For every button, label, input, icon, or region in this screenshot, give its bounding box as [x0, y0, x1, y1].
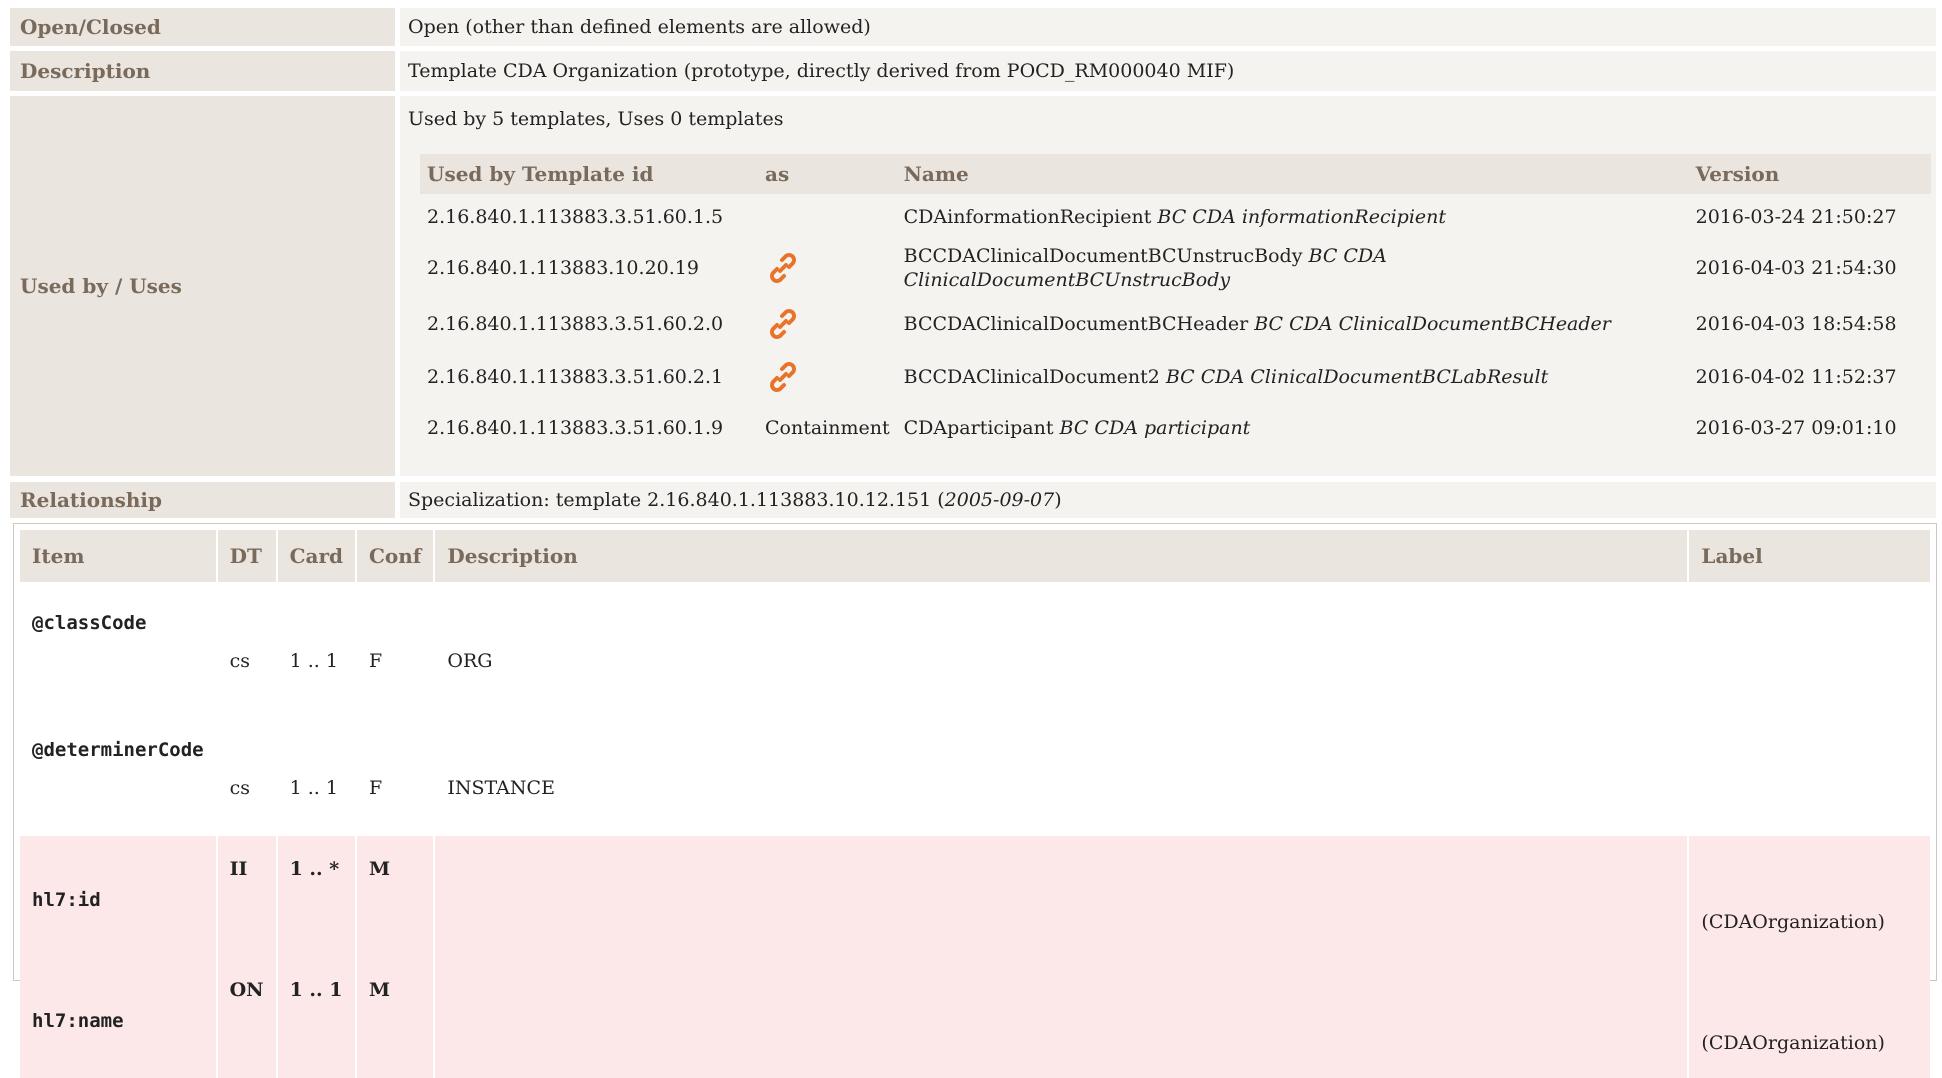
table-row: 2.16.840.1.113883.3.51.60.2.1 BCCDAClini… [420, 350, 1931, 403]
property-description: Description Template CDA Organization (p… [10, 51, 1936, 91]
item-conformance: F [357, 709, 436, 836]
item-datatype: cs [217, 709, 278, 836]
template-name[interactable]: BCCDAClinicalDocument2 BC CDA ClinicalDo… [897, 350, 1689, 403]
item-conformance: M [357, 836, 436, 957]
template-name[interactable]: CDAparticipant BC CDA participant [897, 403, 1689, 453]
template-name-text[interactable]: BCCDAClinicalDocumentBCUnstrucBody [904, 245, 1303, 267]
item-conformance: M [357, 957, 436, 1078]
relation-as [758, 297, 897, 350]
item-description [435, 957, 1690, 1078]
item-datatype: II [217, 836, 278, 957]
item-cardinality: 1 .. 1 [277, 957, 357, 1078]
item-description: INSTANCE [435, 709, 1690, 836]
item-description: ORG [435, 582, 1690, 709]
template-display-name: BC CDA ClinicalDocumentBCLabResult [1165, 365, 1549, 388]
table-row: hl7:name ON 1 .. 1 M (CDAOrganization) [20, 957, 1930, 1078]
table-row: 2.16.840.1.113883.3.51.60.2.0 BCCDAClini… [420, 297, 1931, 350]
property-value: Template CDA Organization (prototype, di… [400, 51, 1936, 91]
template-name-text[interactable]: CDAinformationRecipient [904, 206, 1152, 228]
col-description: Description [435, 530, 1690, 582]
relation-as [758, 239, 897, 297]
property-label: Used by / Uses [10, 96, 395, 476]
item-cardinality: 1 .. 1 [277, 709, 357, 836]
property-label: Open/Closed [10, 8, 395, 46]
item-label [1689, 582, 1930, 709]
items-header-row: Item DT Card Conf Description Label [20, 530, 1930, 582]
item-cardinality: 1 .. 1 [277, 582, 357, 709]
template-display-name: BC CDA informationRecipient [1157, 205, 1447, 228]
item-conformance: F [357, 582, 436, 709]
template-id: 2.16.840.1.113883.3.51.60.2.0 [427, 312, 724, 335]
template-display-name: BC CDA ClinicalDocumentBCHeader [1254, 312, 1611, 335]
relationship-date: 2005-09-07 [944, 489, 1055, 511]
template-name-text[interactable]: BCCDAClinicalDocumentBCHeader [904, 313, 1249, 335]
template-id: 2.16.840.1.113883.10.20.19 [427, 257, 699, 279]
template-id: 2.16.840.1.113883.3.51.60.2.1 [427, 365, 724, 388]
col-dt: DT [217, 530, 278, 582]
used-by-table: Used by Template id as Name Version 2.16… [420, 154, 1931, 453]
table-row: 2.16.840.1.113883.3.51.60.1.5 CDAinforma… [420, 194, 1931, 239]
used-by-header-row: Used by Template id as Name Version [420, 154, 1931, 194]
template-name-text[interactable]: BCCDAClinicalDocument2 [904, 366, 1160, 388]
col-template-id: Used by Template id [420, 154, 758, 194]
relation-as [758, 194, 897, 239]
item-label [1689, 709, 1930, 836]
used-by-panel: Used by 5 templates, Uses 0 templates Us… [400, 96, 1936, 476]
item-path[interactable]: hl7:id [20, 836, 218, 957]
template-version: 2016-04-02 11:52:37 [1695, 365, 1897, 388]
items-table: Item DT Card Conf Description Label @cla… [20, 530, 1930, 1078]
template-name[interactable]: BCCDAClinicalDocumentBCHeader BC CDA Cli… [897, 297, 1689, 350]
template-name[interactable]: BCCDAClinicalDocumentBCUnstrucBody BC CD… [897, 239, 1689, 297]
item-path[interactable]: hl7:name [20, 957, 218, 1078]
item-datatype: ON [217, 957, 278, 1078]
item-path[interactable]: @determinerCode [20, 709, 218, 836]
table-row: hl7:id II 1 .. * M (CDAOrganization) [20, 836, 1930, 957]
property-open-closed: Open/Closed Open (other than defined ele… [10, 8, 1936, 46]
link-icon[interactable] [765, 250, 801, 286]
template-version: 2016-03-27 09:01:10 [1695, 417, 1897, 439]
col-name: Name [896, 154, 1689, 194]
col-as: as [758, 154, 897, 194]
property-label: Description [10, 51, 395, 91]
relation-as: Containment [765, 417, 890, 439]
item-description [435, 836, 1690, 957]
property-used-by: Used by / Uses Used by 5 templates, Uses… [10, 96, 1936, 476]
template-version: 2016-04-03 18:54:58 [1695, 312, 1897, 335]
item-datatype: cs [217, 582, 278, 709]
template-version: 2016-03-24 21:50:27 [1695, 205, 1897, 228]
relationship-suffix: ) [1054, 489, 1062, 511]
used-by-summary: Used by 5 templates, Uses 0 templates [408, 108, 784, 130]
property-label: Relationship [10, 482, 395, 518]
col-label: Label [1689, 530, 1930, 582]
table-row: @determinerCode cs 1 .. 1 F INSTANCE [20, 709, 1930, 836]
items-table-frame: Item DT Card Conf Description Label @cla… [13, 523, 1937, 1078]
template-detail-view: Open/Closed Open (other than defined ele… [0, 0, 1942, 1078]
col-version: Version [1688, 154, 1931, 194]
relationship-prefix: Specialization: template 2.16.840.1.1138… [408, 489, 945, 511]
link-icon[interactable] [765, 359, 801, 395]
item-label: (CDAOrganization) [1689, 957, 1930, 1078]
template-display-name: BC CDA participant [1059, 417, 1251, 439]
item-cardinality: 1 .. * [277, 836, 357, 957]
item-label: (CDAOrganization) [1689, 836, 1930, 957]
property-value: Open (other than defined elements are al… [400, 8, 1936, 46]
relation-as [758, 350, 897, 403]
table-row: 2.16.840.1.113883.3.51.60.1.9 Containmen… [420, 403, 1931, 453]
col-item: Item [20, 530, 218, 582]
item-path[interactable]: @classCode [20, 582, 218, 709]
col-conf: Conf [357, 530, 436, 582]
template-name[interactable]: CDAinformationRecipient BC CDA informati… [897, 194, 1689, 239]
table-row: 2.16.840.1.113883.10.20.19 BCCDAClinical… [420, 239, 1931, 297]
template-version: 2016-04-03 21:54:30 [1695, 257, 1897, 279]
table-row: @classCode cs 1 .. 1 F ORG [20, 582, 1930, 709]
col-card: Card [277, 530, 357, 582]
template-name-text[interactable]: CDAparticipant [904, 417, 1054, 439]
property-relationship: Relationship Specialization: template 2.… [10, 482, 1936, 518]
link-icon[interactable] [765, 306, 801, 342]
property-value: Specialization: template 2.16.840.1.1138… [400, 482, 1936, 518]
template-id: 2.16.840.1.113883.3.51.60.1.9 [427, 417, 724, 439]
template-id: 2.16.840.1.113883.3.51.60.1.5 [427, 205, 724, 228]
